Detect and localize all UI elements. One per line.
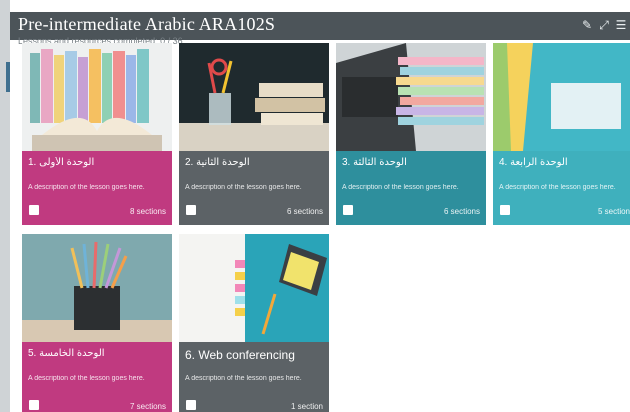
lesson-5-number: 5.	[28, 348, 37, 359]
lesson-2-body: 2. الوحدة الثانية A description of the l…	[179, 151, 329, 225]
lesson-6-name: Web conferencing	[198, 348, 295, 362]
lesson-2-number: 2.	[185, 157, 194, 168]
lesson-6-description: A description of the lesson goes here.	[185, 375, 302, 382]
lesson-6-checkbox[interactable]	[186, 400, 196, 410]
lesson-6-sections: 1 section	[290, 402, 323, 411]
lesson-1-image	[22, 43, 172, 151]
lesson-3-sections: 6 sections	[443, 207, 480, 216]
lesson-6-title[interactable]: 6. Web conferencing	[185, 348, 323, 362]
lesson-4-body: 4. الوحدة الرابعة A description of the l…	[493, 151, 630, 225]
lesson-1-name: الوحدة الأولى	[39, 157, 95, 168]
lesson-1-checkbox[interactable]	[29, 205, 39, 215]
lesson-5-image	[22, 234, 172, 342]
lesson-3-title[interactable]: 3. الوحدة الثالثة	[342, 157, 480, 168]
lesson-4-sections: 5 sections	[597, 207, 630, 216]
lesson-2-image	[179, 43, 329, 151]
edit-icon[interactable]: ✎	[580, 18, 594, 32]
lesson-1-description: A description of the lesson goes here.	[28, 184, 145, 191]
lesson-5-title[interactable]: 5. الوحدة الخامسة	[28, 348, 166, 359]
lesson-4-number: 4.	[499, 157, 508, 168]
lesson-6-image	[179, 234, 329, 342]
lesson-1-sections: 8 sections	[129, 207, 166, 216]
lesson-1-title[interactable]: 1. الوحدة الأولى	[28, 157, 166, 168]
header-toolbar: ✎ ⤢ ☰	[580, 18, 628, 32]
lesson-5-name: الوحدة الخامسة	[39, 348, 105, 359]
lesson-4-description: A description of the lesson goes here.	[499, 184, 616, 191]
lesson-2-description: A description of the lesson goes here.	[185, 184, 302, 191]
lesson-3-body: 3. الوحدة الثالثة A description of the l…	[336, 151, 486, 225]
lesson-3-checkbox[interactable]	[343, 205, 353, 215]
lesson-2-name: الوحدة الثانية	[196, 157, 250, 168]
lesson-card-6[interactable]: 6. Web conferencing A description of the…	[179, 234, 329, 412]
lesson-5-description: A description of the lesson goes here.	[28, 375, 145, 382]
lesson-3-image	[336, 43, 486, 151]
lesson-3-name: الوحدة الثالثة	[353, 157, 407, 168]
lesson-1-number: 1.	[28, 157, 37, 168]
lesson-2-sections: 6 sections	[286, 207, 323, 216]
lesson-6-number: 6.	[185, 348, 196, 362]
lesson-1-body: 1. الوحدة الأولى A description of the le…	[22, 151, 172, 225]
lesson-card-3[interactable]: 3. الوحدة الثالثة A description of the l…	[336, 43, 486, 225]
lesson-card-4[interactable]: 4. الوحدة الرابعة A description of the l…	[493, 43, 630, 225]
lesson-5-body: 5. الوحدة الخامسة A description of the l…	[22, 342, 172, 412]
course-title: Pre-intermediate Arabic ARA102S	[18, 14, 276, 34]
lesson-card-5[interactable]: 5. الوحدة الخامسة A description of the l…	[22, 234, 172, 412]
lesson-card-2[interactable]: 2. الوحدة الثانية A description of the l…	[179, 43, 329, 225]
lesson-3-number: 3.	[342, 157, 351, 168]
lesson-4-title[interactable]: 4. الوحدة الرابعة	[499, 157, 624, 168]
lesson-2-checkbox[interactable]	[186, 205, 196, 215]
expand-icon[interactable]: ⤢	[597, 18, 611, 32]
lesson-4-name: الوحدة الرابعة	[510, 157, 568, 168]
menu-icon[interactable]: ☰	[614, 18, 628, 32]
lesson-card-1[interactable]: 1. الوحدة الأولى A description of the le…	[22, 43, 172, 225]
lesson-5-sections: 7 sections	[129, 402, 166, 411]
lesson-4-checkbox[interactable]	[500, 205, 510, 215]
lesson-6-body: 6. Web conferencing A description of the…	[179, 342, 329, 412]
lesson-5-checkbox[interactable]	[29, 400, 39, 410]
lesson-3-description: A description of the lesson goes here.	[342, 184, 459, 191]
lesson-2-title[interactable]: 2. الوحدة الثانية	[185, 157, 323, 168]
lesson-4-image	[493, 43, 630, 151]
